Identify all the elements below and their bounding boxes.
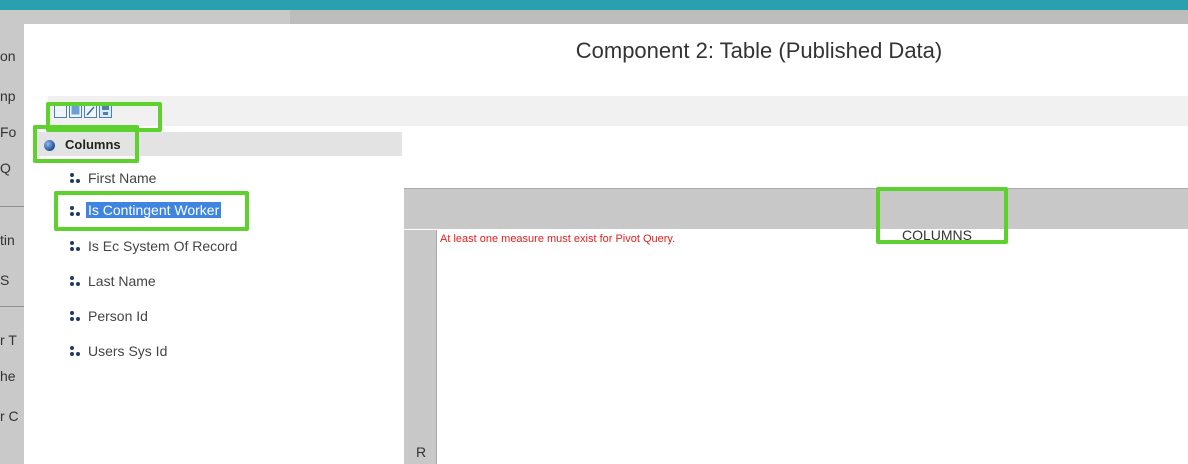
selected-item-highlight-box xyxy=(54,191,249,231)
window-top-bar xyxy=(0,0,1188,10)
tree-item-label: Last Name xyxy=(88,273,156,289)
columns-drop-highlight-box xyxy=(876,187,1008,244)
background-divider xyxy=(0,306,24,307)
background-text-fragment: he xyxy=(0,368,16,384)
background-divider xyxy=(0,206,24,207)
pivot-rows-drop-zone[interactable] xyxy=(404,230,437,464)
dimension-icon xyxy=(70,276,82,288)
dimension-icon xyxy=(70,311,82,323)
pivot-rows-label: R xyxy=(416,444,427,460)
background-text-fragment: Fo xyxy=(0,124,17,140)
tree-item-label: Is Ec System Of Record xyxy=(88,238,238,254)
tree-item-label: Users Sys Id xyxy=(88,343,168,359)
toolbar xyxy=(48,96,1188,126)
tree-item-is-ec-system-of-record[interactable]: Is Ec System Of Record xyxy=(64,235,284,259)
table-component-dialog: Component 2: Table (Published Data) Colu… xyxy=(24,24,1188,464)
dialog-title: Component 2: Table (Published Data) xyxy=(575,38,943,63)
background-text-fragment: np xyxy=(0,88,16,104)
pivot-error-message: At least one measure must exist for Pivo… xyxy=(440,233,676,245)
background-text-fragment: Q xyxy=(0,160,11,176)
dimension-icon xyxy=(70,173,82,185)
columns-highlight-box xyxy=(33,125,139,163)
tree-item-label: First Name xyxy=(88,170,157,186)
background-text-fragment: tin xyxy=(0,232,15,248)
pivot-columns-drop-zone[interactable] xyxy=(404,188,1188,229)
background-text-fragment: r T xyxy=(0,332,17,348)
dimension-icon xyxy=(70,346,82,358)
dimension-icon xyxy=(70,241,82,253)
background-text-fragment: S xyxy=(0,272,10,288)
background-text-fragment: on xyxy=(0,48,16,64)
tree-item-first-name[interactable]: First Name xyxy=(64,167,284,191)
tree-item-users-sys-id[interactable]: Users Sys Id xyxy=(64,340,284,364)
tree-item-last-name[interactable]: Last Name xyxy=(64,270,284,294)
tree-item-person-id[interactable]: Person Id xyxy=(64,305,284,329)
background-text-fragment: r C xyxy=(0,408,19,424)
tree-item-label: Person Id xyxy=(88,308,148,324)
